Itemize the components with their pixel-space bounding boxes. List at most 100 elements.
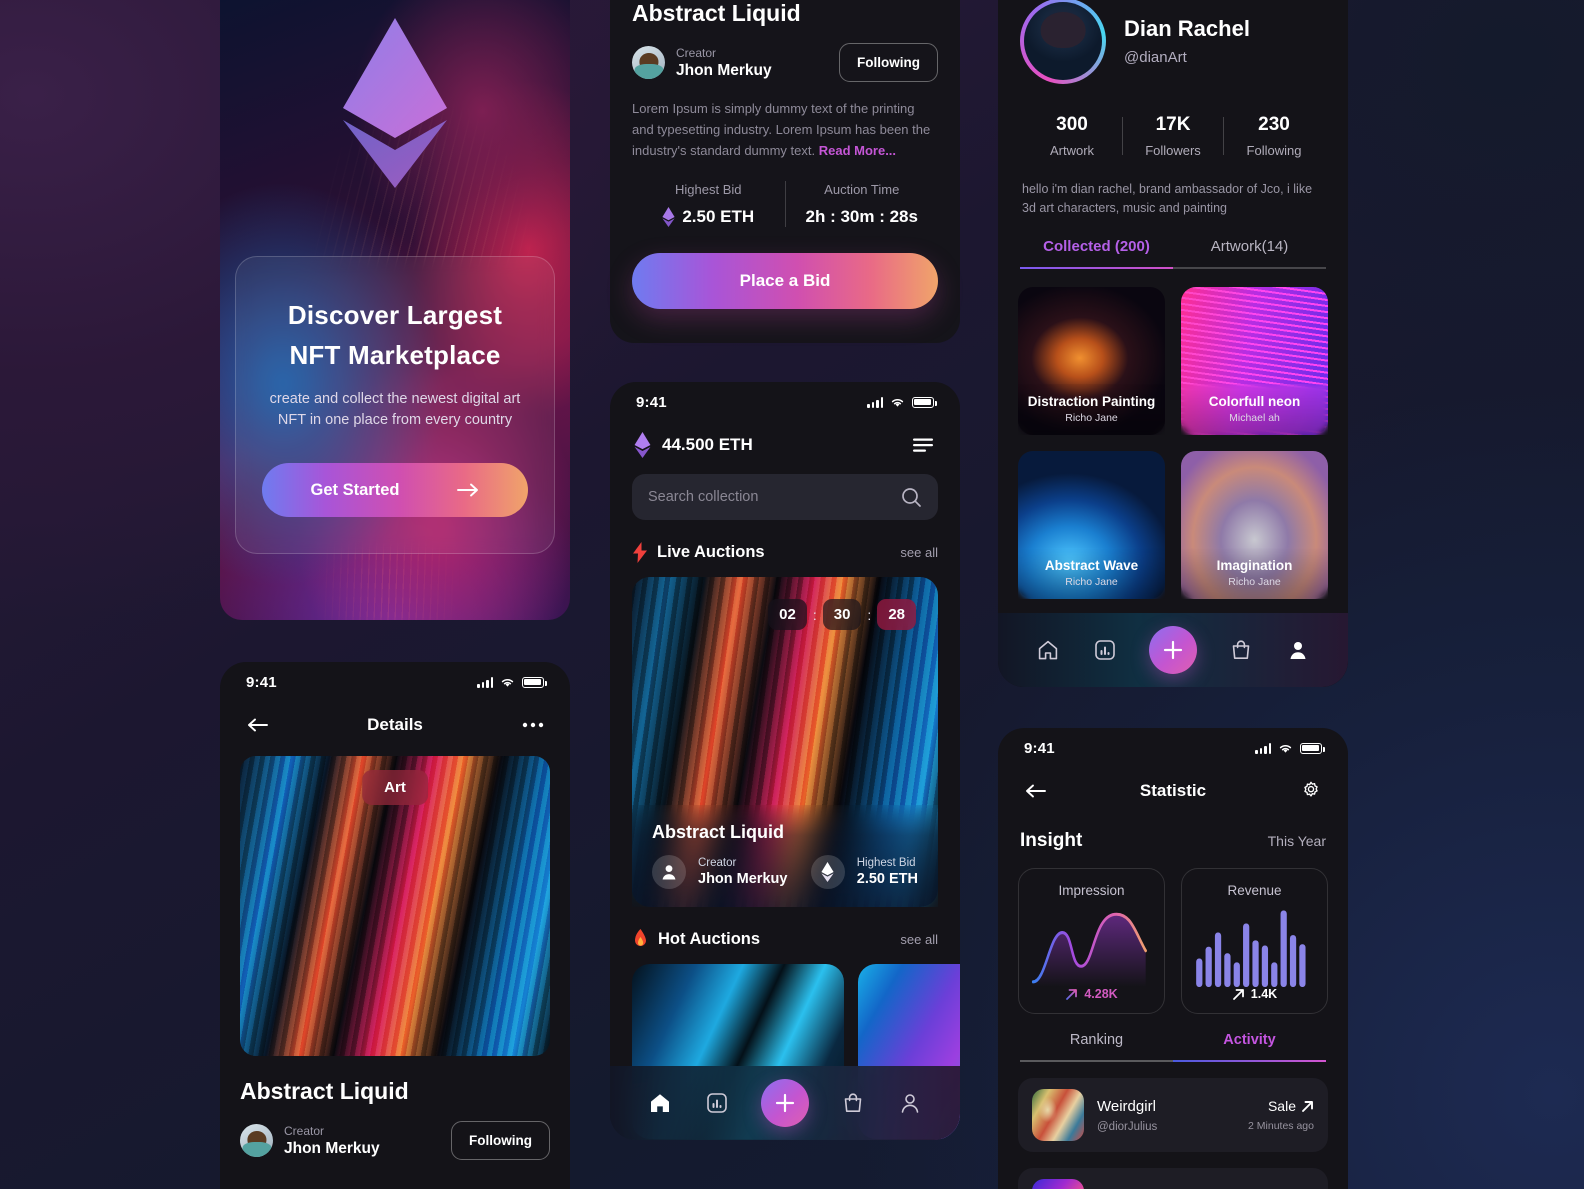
arrow-left-icon (248, 718, 268, 732)
page-title: Statistic (1139, 781, 1207, 800)
revenue-bar-chart (1196, 910, 1306, 987)
ethereum-icon (821, 862, 834, 882)
nft-card[interactable]: Distraction Painting Richo Jane (1018, 287, 1165, 435)
settings-button[interactable] (1298, 778, 1324, 804)
tab-ranking[interactable]: Ranking (1020, 1032, 1173, 1060)
chart-icon (1095, 640, 1115, 660)
nft-card[interactable]: Imagination Richo Jane (1181, 451, 1328, 599)
revenue-card[interactable]: Revenue 1.4K (1181, 868, 1328, 1014)
impression-card[interactable]: Impression 4.28K (1018, 868, 1165, 1014)
creator-avatar[interactable] (632, 46, 665, 79)
search-icon[interactable] (901, 487, 922, 508)
person-icon (901, 1094, 918, 1113)
section-title: Hot Auctions (658, 930, 761, 948)
creator-avatar[interactable] (652, 855, 686, 889)
nft-name: Abstract Wave (1044, 558, 1139, 573)
nft-card[interactable]: Colorfull neon Michael ah (1181, 287, 1328, 435)
person-icon (1290, 642, 1306, 659)
stat-followers: 17K Followers (1123, 114, 1223, 158)
tab-profile[interactable] (897, 1090, 923, 1116)
hamburger-menu-icon (913, 438, 933, 452)
tab-stats[interactable] (704, 1090, 730, 1116)
stat-artwork: 300 Artwork (1022, 114, 1122, 158)
status-bar: 9:41 (610, 382, 960, 422)
see-all-live-auctions[interactable]: see all (900, 545, 938, 560)
statistic-navbar: Statistic (998, 768, 1348, 814)
timer-seconds: 28 (877, 599, 916, 630)
auction-name: Abstract Liquid (652, 822, 785, 842)
onboarding-title-line2: NFT Marketplace (289, 340, 501, 370)
auction-time-label: Auction Time (824, 181, 900, 197)
tab-marketplace[interactable] (1228, 637, 1254, 663)
tab-add-button[interactable] (760, 1079, 809, 1127)
tab-add-button[interactable] (1148, 626, 1197, 674)
creator-avatar[interactable] (240, 1124, 273, 1157)
bid-label: Highest Bid (856, 857, 916, 869)
tab-home[interactable] (647, 1090, 673, 1116)
arrow-up-right-icon (1302, 1100, 1313, 1112)
tab-profile[interactable] (1285, 637, 1311, 663)
status-time: 9:41 (636, 393, 667, 411)
creator-name: Jhon Merkuy (284, 1139, 380, 1157)
more-options-button[interactable] (520, 712, 546, 738)
tab-stats[interactable] (1092, 637, 1118, 663)
tab-collected[interactable]: Collected (200) (1020, 238, 1173, 267)
nft-caption: Abstract Wave Richo Jane (1018, 548, 1165, 599)
cellular-icon (867, 396, 883, 408)
search-input[interactable] (648, 489, 901, 505)
tab-artwork[interactable]: Artwork(14) (1173, 238, 1326, 267)
following-button[interactable]: Following (451, 1121, 550, 1160)
menu-button[interactable] (910, 432, 936, 458)
tab-home[interactable] (1035, 637, 1061, 663)
place-a-bid-button[interactable]: Place a Bid (632, 253, 938, 309)
activity-thumbnail (1032, 1089, 1084, 1141)
get-started-button[interactable]: Get Started (262, 463, 528, 517)
wallet-balance[interactable]: 44.500 ETH (634, 432, 753, 458)
creator-name: Jhon Merkuy (676, 61, 772, 79)
revenue-delta: 1.4K (1192, 987, 1317, 1001)
tab-activity[interactable]: Activity (1173, 1032, 1326, 1060)
card-nft-detail: Abstract Liquid Creator Jhon Merkuy Foll… (610, 0, 960, 343)
activity-status-label: Sale (1267, 1098, 1296, 1114)
read-more-link[interactable]: Read More... (819, 143, 896, 158)
activity-row[interactable]: Water color painting Sale (1018, 1168, 1328, 1189)
artwork-image[interactable]: Art (240, 756, 550, 1056)
arrow-left-icon (1026, 784, 1046, 798)
see-all-hot-auctions[interactable]: see all (900, 932, 938, 947)
following-button[interactable]: Following (839, 43, 938, 82)
design-showcase-canvas: Discover Largest NFT Marketplace create … (0, 0, 1584, 1189)
more-horizontal-icon (522, 722, 544, 728)
featured-auction-card[interactable]: 02 : 30 : 28 Abstract Liquid Creator Jho… (632, 577, 938, 907)
status-icons (477, 676, 547, 688)
activity-status: Sale 2 Minutes ago (1248, 1098, 1314, 1132)
category-badge: Art (362, 770, 428, 805)
search-bar[interactable] (632, 474, 938, 520)
wifi-icon (891, 398, 904, 407)
nft-caption: Distraction Painting Richo Jane (1018, 384, 1165, 435)
profile-tabs: Collected (200) Artwork(14) (1020, 238, 1326, 267)
stat-label: Following (1246, 143, 1302, 158)
arrow-up-right-icon (1066, 988, 1078, 1000)
activity-row[interactable]: Weirdgirl @diorJulius Sale 2 Minutes ago (1018, 1078, 1328, 1152)
avatar[interactable] (1020, 0, 1106, 84)
highest-bid-block: Highest Bid 2.50 ETH (632, 182, 785, 227)
nft-caption: Imagination Richo Jane (1181, 548, 1328, 599)
nft-artist: Michael ah (1229, 412, 1280, 424)
tab-underline (1020, 1060, 1326, 1062)
period-selector[interactable]: This Year (1268, 833, 1326, 849)
back-button[interactable] (244, 712, 270, 738)
live-auctions-header: Live Auctions see all (632, 542, 938, 563)
activity-thumbnail (1032, 1179, 1084, 1189)
page-title: Details (367, 715, 423, 734)
insight-header: Insight This Year (998, 814, 1348, 852)
nft-card[interactable]: Abstract Wave Richo Jane (1018, 451, 1165, 599)
back-button[interactable] (1022, 778, 1048, 804)
stat-value: 300 (1056, 114, 1088, 135)
nft-description: Lorem Ipsum is simply dummy text of the … (632, 98, 938, 161)
onboarding-subtitle: create and collect the newest digital ar… (269, 391, 521, 428)
stat-following: 230 Following (1224, 114, 1324, 158)
cellular-icon (477, 676, 493, 688)
impression-delta: 4.28K (1029, 987, 1154, 1001)
nft-name: Distraction Painting (1027, 394, 1156, 409)
tab-marketplace[interactable] (840, 1090, 866, 1116)
